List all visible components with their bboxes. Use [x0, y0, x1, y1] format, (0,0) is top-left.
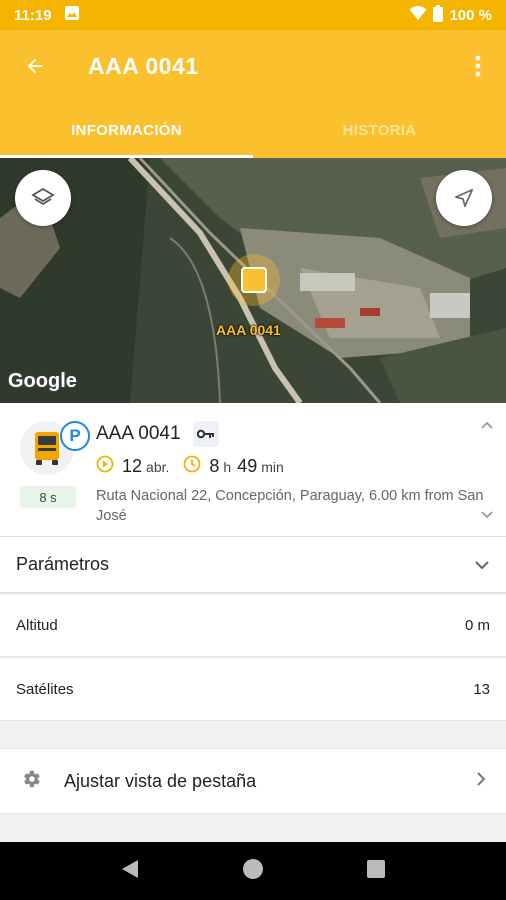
- app-bar: AAA 0041: [0, 30, 506, 102]
- param-value: 13: [473, 681, 490, 698]
- image-notification-icon: [64, 5, 80, 25]
- map-locate-button[interactable]: [436, 170, 492, 226]
- last-update-badge: 8 s: [20, 486, 76, 508]
- unit-summary-card[interactable]: P 8 s AAA 0041 12 abr. 8 h 49 min Ruta N…: [0, 403, 506, 537]
- stat-date-unit: abr.: [146, 458, 170, 475]
- section-title: Parámetros: [16, 554, 110, 574]
- back-button[interactable]: [0, 30, 70, 102]
- status-time: 11:19: [14, 6, 52, 24]
- stat-duration-minutes: 49: [237, 456, 258, 476]
- battery-icon: [433, 4, 444, 26]
- stat-duration-hours: 8: [209, 456, 220, 476]
- battery-percent: 100 %: [449, 6, 492, 24]
- clock-icon: [183, 455, 201, 478]
- stat-duration-minutes-unit: min: [261, 458, 284, 475]
- map-satellite-image: [0, 158, 506, 403]
- parking-status-badge: P: [60, 421, 90, 451]
- truck-icon: [35, 432, 59, 465]
- stat-date-value: 12: [122, 456, 143, 476]
- param-row-altitude: Altitud 0 m: [0, 595, 506, 657]
- gear-icon: [20, 768, 42, 795]
- more-options-button[interactable]: [450, 30, 506, 102]
- chevron-down-icon[interactable]: [480, 507, 494, 525]
- chevron-right-icon: [476, 771, 486, 792]
- param-label: Satélites: [16, 681, 74, 698]
- system-navigation-bar: [0, 842, 506, 900]
- unit-address: Ruta Nacional 22, Concepción, Paraguay, …: [96, 488, 484, 524]
- nav-recents-button[interactable]: [366, 859, 386, 884]
- param-value: 0 m: [464, 617, 490, 634]
- param-label: Altitud: [16, 617, 58, 634]
- more-vert-icon: [475, 55, 481, 77]
- nav-home-button[interactable]: [241, 857, 265, 886]
- chevron-up-icon[interactable]: [480, 417, 494, 435]
- adjust-tab-view-button[interactable]: Ajustar vista de pestaña: [0, 748, 506, 814]
- google-attribution: Google: [8, 370, 77, 392]
- unit-name: AAA 0041: [96, 423, 181, 444]
- map-view[interactable]: AAA 0041 Google: [0, 158, 506, 403]
- tab-bar: INFORMACIÓN HISTORIA: [0, 102, 506, 158]
- key-icon: [193, 421, 219, 447]
- map-layers-button[interactable]: [15, 170, 71, 226]
- parameters-section-header[interactable]: Parámetros: [0, 537, 506, 593]
- tab-informacion[interactable]: INFORMACIÓN: [0, 102, 253, 158]
- unit-stats: 12 abr. 8 h 49 min: [96, 455, 284, 478]
- stat-duration-hours-unit: h: [223, 458, 232, 475]
- navigation-icon: [454, 188, 474, 208]
- status-bar: 11:19 100 %: [0, 0, 506, 30]
- wifi-icon: [409, 5, 427, 25]
- chevron-down-icon: [474, 554, 490, 575]
- layers-icon: [31, 187, 55, 206]
- tab-historia[interactable]: HISTORIA: [253, 102, 506, 158]
- play-clock-icon: [96, 455, 114, 478]
- param-row-satellites: Satélites 13: [0, 659, 506, 721]
- page-title: AAA 0041: [88, 52, 199, 79]
- nav-back-button[interactable]: [120, 858, 140, 885]
- map-unit-label: AAA 0041: [216, 322, 281, 338]
- settings-label: Ajustar vista de pestaña: [64, 770, 257, 791]
- back-arrow-icon: [27, 58, 43, 74]
